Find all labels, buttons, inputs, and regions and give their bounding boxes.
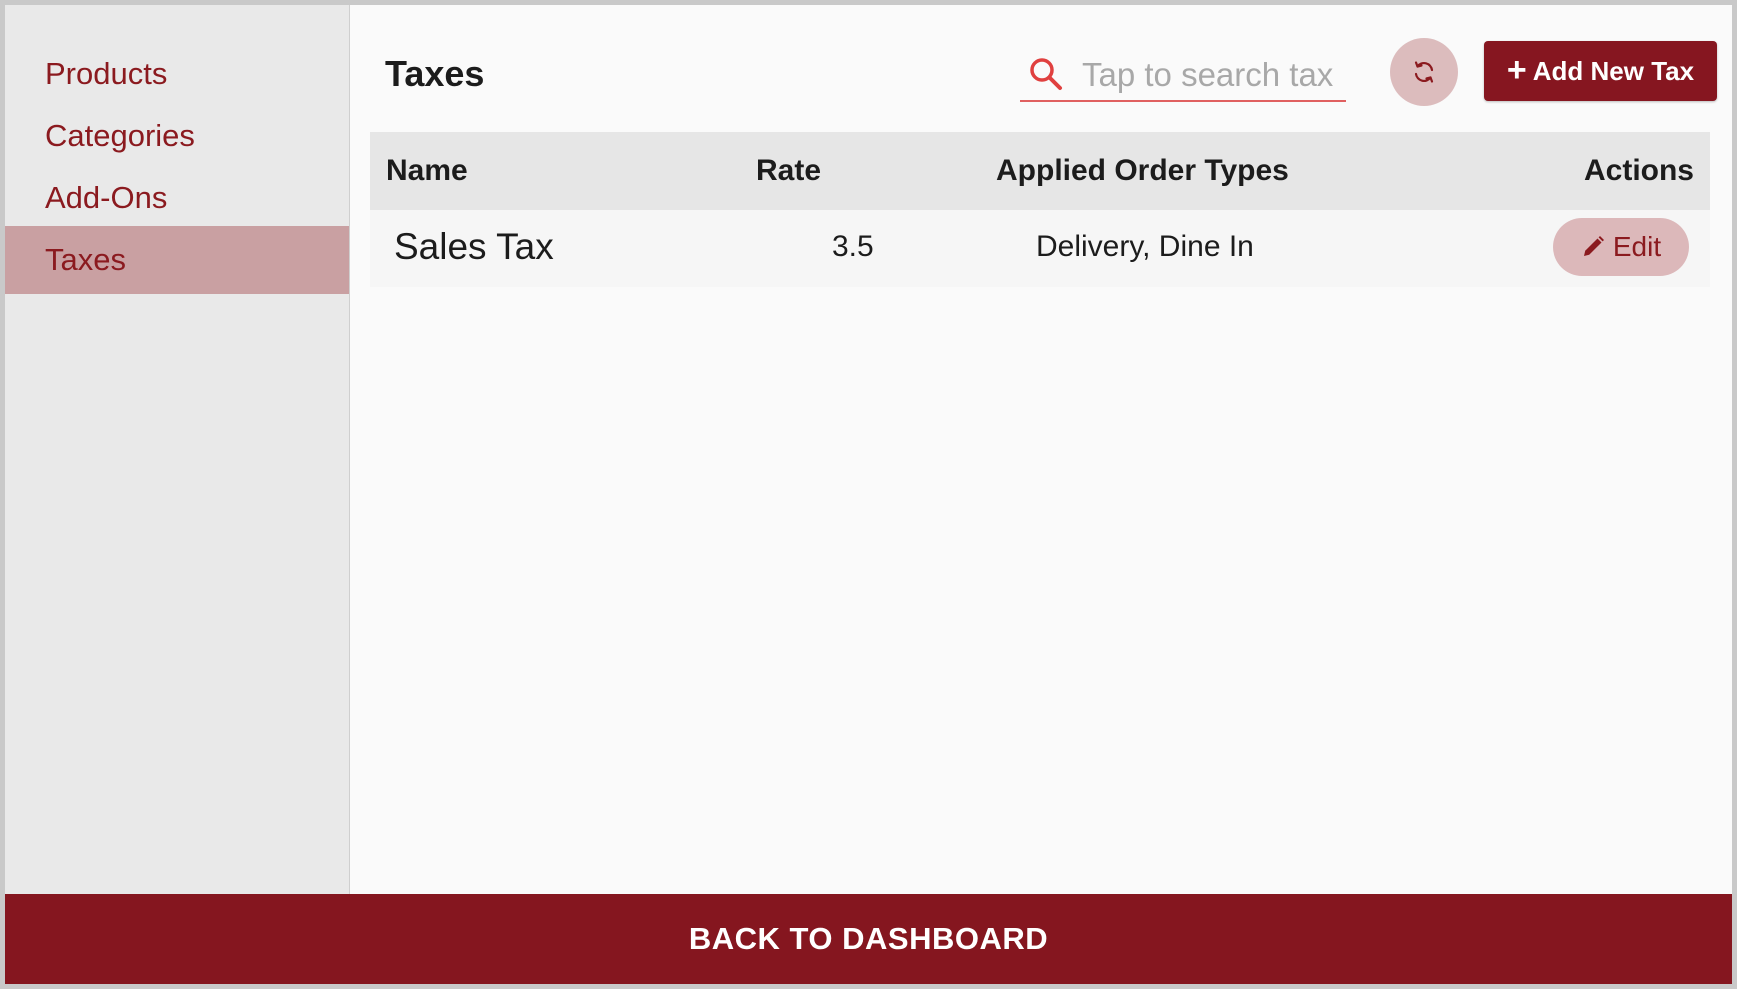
sidebar: Products Categories Add-Ons Taxes [5, 5, 350, 894]
table-row[interactable]: Sales Tax 3.5 Delivery, Dine In Edit [370, 210, 1710, 287]
tax-name: Sales Tax [394, 226, 554, 267]
refresh-icon [1414, 61, 1434, 83]
sidebar-item-label: Categories [45, 118, 195, 153]
column-header-applied-order-types[interactable]: Applied Order Types [996, 154, 1289, 188]
sidebar-item-categories[interactable]: Categories [5, 102, 349, 170]
sidebar-item-products[interactable]: Products [5, 40, 349, 108]
sidebar-item-taxes[interactable]: Taxes [5, 226, 349, 294]
pencil-icon [1583, 236, 1604, 256]
column-header-actions: Actions [1583, 154, 1694, 187]
search-box [1020, 50, 1346, 102]
main-content: Taxes + Add New Tax Name Rate [350, 5, 1732, 894]
column-header-rate[interactable]: Rate [756, 154, 821, 188]
app-window: Products Categories Add-Ons Taxes Taxes [5, 5, 1732, 984]
back-to-dashboard-label: BACK TO DASHBOARD [688, 921, 1049, 956]
sidebar-item-label: Products [45, 56, 168, 91]
table-header: Name Rate Applied Order Types Actions [370, 132, 1710, 210]
add-new-tax-label: Add New Tax [1532, 55, 1695, 86]
tax-order-types: Delivery, Dine In [1036, 230, 1254, 263]
refresh-button[interactable] [1390, 38, 1458, 106]
edit-label: Edit [1612, 231, 1662, 262]
search-input[interactable] [1080, 52, 1346, 98]
sidebar-item-add-ons[interactable]: Add-Ons [5, 164, 349, 232]
column-header-name[interactable]: Name [386, 154, 468, 188]
taxes-table: Name Rate Applied Order Types Actions Sa… [370, 132, 1710, 287]
add-new-tax-button[interactable]: + Add New Tax [1484, 41, 1717, 101]
back-to-dashboard-button[interactable]: BACK TO DASHBOARD [5, 894, 1732, 984]
sidebar-item-label: Add-Ons [45, 180, 168, 215]
sidebar-item-label: Taxes [45, 242, 126, 277]
plus-icon: + [1506, 50, 1527, 89]
search-icon [1030, 58, 1062, 90]
tax-rate: 3.5 [832, 230, 874, 263]
edit-button[interactable]: Edit [1553, 218, 1689, 276]
page-title: Taxes [385, 53, 485, 94]
